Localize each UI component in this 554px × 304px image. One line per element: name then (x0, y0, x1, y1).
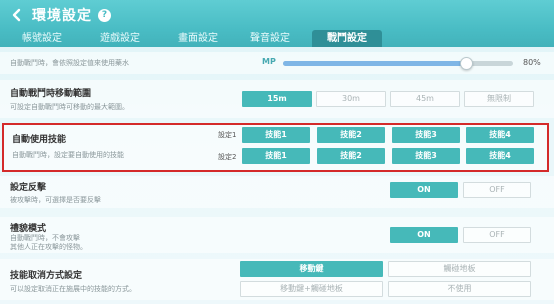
range-title: 自動戰鬥時移動範圍 (10, 89, 92, 99)
page-title: 環境設定 (32, 8, 92, 24)
cancel-method-description: 可以設定取消正在施展中的技能的方式。 (10, 285, 136, 293)
courtesy-section: 禮貌模式 自動戰鬥時，不會攻擊 其他人正在攻擊的怪物。 ON OFF (0, 217, 554, 253)
auto-skill-title: 自動使用技能 (12, 135, 67, 145)
skill-set1-label: 設定1 (218, 131, 237, 139)
mp-slider-handle[interactable] (460, 57, 473, 70)
set1-skill1-button[interactable]: 技能1 (242, 127, 310, 143)
auto-skill-section: 自動使用技能 自動戰鬥時，設定要自動使用的技能 設定1 技能1 技能2 技能3 … (2, 123, 549, 172)
back-arrow-icon[interactable] (6, 4, 28, 26)
tab-combat[interactable]: 戰鬥設定 (312, 30, 382, 47)
counter-off-button[interactable]: OFF (463, 182, 531, 198)
skill-set2-label: 設定2 (218, 153, 237, 161)
tab-game[interactable]: 遊戲設定 (92, 30, 148, 47)
range-option-30m[interactable]: 30m (316, 91, 386, 107)
cancel-touch-floor-button[interactable]: 觸碰地板 (388, 261, 531, 277)
mp-slider[interactable] (283, 57, 513, 70)
range-description: 可設定自動戰鬥時可移動的最大範圍。 (10, 103, 129, 111)
mp-label: MP (262, 57, 276, 66)
mp-description: 自動戰鬥時，會依照設定值來使用藥水 (10, 59, 129, 67)
range-section: 自動戰鬥時移動範圍 可設定自動戰鬥時可移動的最大範圍。 15m 30m 45m … (0, 80, 554, 118)
mp-slider-fill (283, 61, 467, 66)
courtesy-off-button[interactable]: OFF (463, 227, 531, 243)
cancel-move-and-touch-button[interactable]: 移動鍵+觸碰地板 (240, 281, 383, 297)
cancel-method-section: 技能取消方式設定 可以設定取消正在施展中的技能的方式。 移動鍵 觸碰地板 移動鍵… (0, 259, 554, 300)
set1-skill4-button[interactable]: 技能4 (466, 127, 534, 143)
set2-skill1-button[interactable]: 技能1 (242, 148, 310, 164)
header-bar: 環境設定 ? (0, 0, 554, 30)
auto-skill-description: 自動戰鬥時，設定要自動使用的技能 (12, 151, 124, 159)
tab-account[interactable]: 帳號設定 (14, 30, 70, 47)
set2-skill4-button[interactable]: 技能4 (466, 148, 534, 164)
range-option-unlimited[interactable]: 無限制 (464, 91, 534, 107)
mp-value: 80% (523, 58, 541, 67)
help-icon[interactable]: ? (98, 8, 111, 22)
courtesy-description-line2: 其他人正在攻擊的怪物。 (10, 243, 87, 251)
courtesy-on-button[interactable]: ON (390, 227, 458, 243)
range-option-45m[interactable]: 45m (390, 91, 460, 107)
cancel-move-key-button[interactable]: 移動鍵 (240, 261, 383, 277)
set1-skill3-button[interactable]: 技能3 (392, 127, 460, 143)
cancel-none-button[interactable]: 不使用 (388, 281, 531, 297)
tab-display[interactable]: 畫面設定 (170, 30, 226, 47)
counter-on-button[interactable]: ON (390, 182, 458, 198)
tab-sound[interactable]: 聲音設定 (242, 30, 298, 47)
cancel-method-title: 技能取消方式設定 (10, 271, 83, 281)
mp-slider-row: 自動戰鬥時，會依照設定值來使用藥水 MP 80% (0, 52, 554, 74)
range-option-15m[interactable]: 15m (242, 91, 312, 107)
set2-skill3-button[interactable]: 技能3 (392, 148, 460, 164)
counter-section: 設定反擊 被攻擊時，可選擇是否要反擊 ON OFF (0, 176, 554, 208)
counter-title: 設定反擊 (10, 183, 47, 193)
tab-bar: 帳號設定 遊戲設定 畫面設定 聲音設定 戰鬥設定 (0, 30, 554, 47)
counter-description: 被攻擊時，可選擇是否要反擊 (10, 196, 101, 204)
set1-skill2-button[interactable]: 技能2 (317, 127, 385, 143)
set2-skill2-button[interactable]: 技能2 (317, 148, 385, 164)
